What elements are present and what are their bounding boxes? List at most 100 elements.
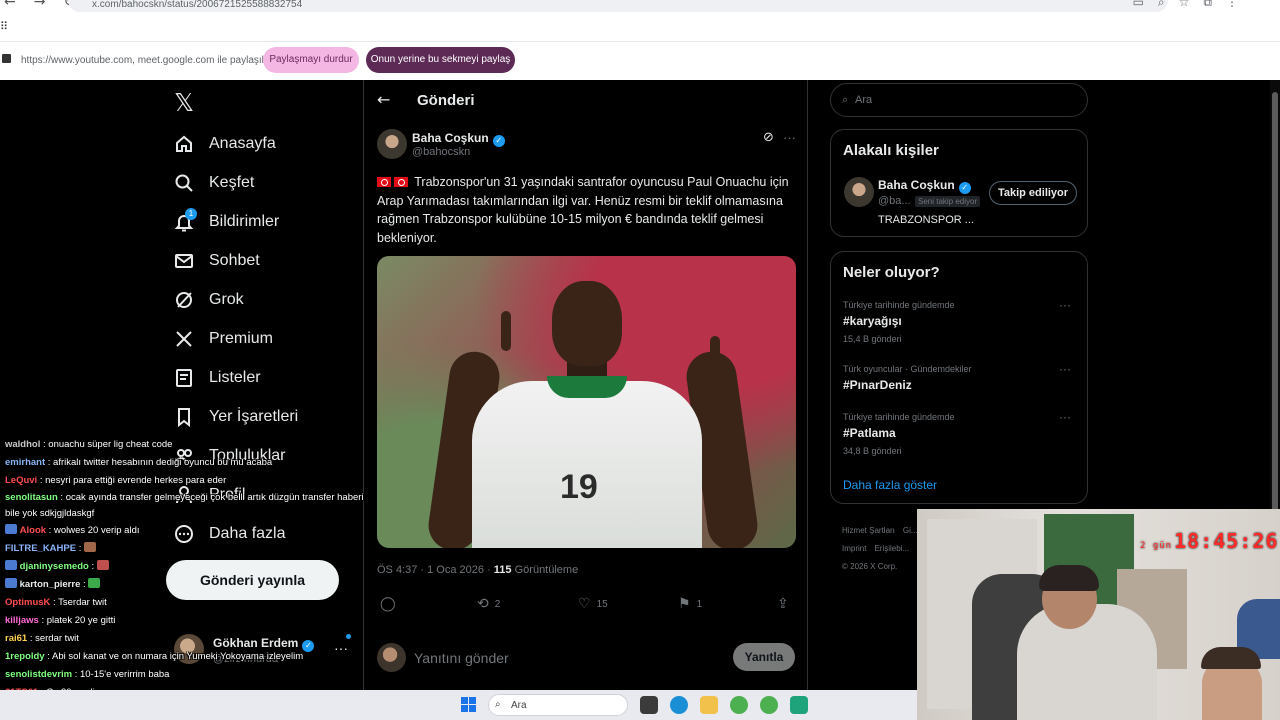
player-head xyxy=(552,281,622,366)
search-input[interactable]: ⌕ Ara xyxy=(830,83,1088,117)
list-icon xyxy=(174,368,194,388)
player-finger xyxy=(710,336,720,376)
more-icon[interactable]: ··· xyxy=(1059,298,1071,312)
sidebar-item-home[interactable]: Anasayfa xyxy=(174,129,276,159)
share-this-tab-button[interactable]: Onun yerine bu sekmeyi paylaş xyxy=(366,47,515,73)
sidebar-item-label: Anasayfa xyxy=(209,135,276,152)
chat-user: killjaws xyxy=(5,615,39,626)
chat-text: 10-15'e verirrim baba xyxy=(79,669,170,680)
windows-start-icon[interactable] xyxy=(461,697,477,713)
zoom-icon[interactable]: ⌕ xyxy=(1158,0,1179,9)
grok-explain-icon[interactable]: ⊘ xyxy=(763,130,774,145)
bookmark-action[interactable]: ⚑ 1 xyxy=(678,596,702,612)
streamer-hair xyxy=(1039,565,1099,591)
sidebar-item-chat[interactable]: Sohbet xyxy=(174,246,260,276)
back-arrow-icon[interactable]: ← xyxy=(377,90,390,109)
chat-user: Alook xyxy=(19,525,47,536)
sidebar-item-label: Premium xyxy=(209,330,274,347)
chat-text: nesyri para ettiği evrende herkes para e… xyxy=(45,475,227,486)
x-logo-icon[interactable]: 𝕏 xyxy=(174,88,194,117)
jersey-number: 19 xyxy=(560,468,598,506)
bookmark-icon: ⚑ xyxy=(678,596,691,612)
chat-message: FILTRE_KAHPE : xyxy=(0,540,364,558)
trend-context: Türkiye tarihinde gündemde xyxy=(843,300,955,310)
chat-user: OptimusK xyxy=(5,597,51,608)
view-count: 115 xyxy=(493,564,512,576)
footer-link[interactable]: Imprint xyxy=(842,544,866,553)
trend-item[interactable]: Türk oyuncular · Gündemdekiler #PınarDen… xyxy=(843,362,1077,416)
reply-button[interactable]: Yanıtla xyxy=(733,643,795,671)
reply-input[interactable]: Yanıtını gönder xyxy=(414,650,509,666)
stop-sharing-button[interactable]: Paylaşmayı durdur xyxy=(263,47,359,73)
chat-message: senolitasun : ocak ayında transfer gelme… xyxy=(5,492,364,519)
taskbar-search[interactable]: ⌕ Ara xyxy=(488,694,628,716)
author-name[interactable]: Baha Coşkun ✓ xyxy=(412,131,505,147)
show-more-link[interactable]: Daha fazla göster xyxy=(843,478,937,492)
stream-timer: 2 gün 18:45:26 xyxy=(1140,529,1278,553)
sidebar-item-lists[interactable]: Listeler xyxy=(174,363,261,393)
more-icon[interactable]: ··· xyxy=(1059,410,1071,424)
chat-text: platek 20 ye gitti xyxy=(46,615,116,626)
post-more-icon[interactable]: ··· xyxy=(783,130,796,145)
share-action[interactable]: ⇪ xyxy=(777,596,795,612)
chat-text: Tserdar twit xyxy=(58,597,107,608)
file-explorer-icon[interactable] xyxy=(640,696,658,714)
view-label: Görüntüleme xyxy=(514,564,579,576)
bell-icon: 1 xyxy=(174,208,197,232)
address-bar[interactable]: x.com/bahocskn/status/200672152558883275… xyxy=(68,0,1168,12)
footer-link[interactable]: Hizmet Şartları xyxy=(842,526,895,535)
sidebar-item-bookmarks[interactable]: Yer İşaretleri xyxy=(174,402,298,432)
following-button[interactable]: Takip ediliyor xyxy=(989,181,1077,205)
sidebar-item-grok[interactable]: Grok xyxy=(174,285,244,315)
app-icon[interactable] xyxy=(790,696,808,714)
trend-context: Türk oyuncular · Gündemdekiler xyxy=(843,364,972,374)
footer-link[interactable]: Erişilebi... xyxy=(874,544,909,553)
related-person-name-text: Baha Coşkun xyxy=(878,178,955,192)
chrome-profile-icon[interactable] xyxy=(760,696,778,714)
author-name-text: Baha Coşkun xyxy=(412,131,489,145)
chrome-icon[interactable] xyxy=(730,696,748,714)
trend-item[interactable]: Türkiye tarihinde gündemde #Patlama 34,8… xyxy=(843,410,1077,464)
forward-icon[interactable]: → xyxy=(34,0,46,10)
trend-count: 34,8 B gönderi xyxy=(843,446,902,456)
like-action[interactable]: ♡ 15 xyxy=(578,596,608,612)
author-avatar[interactable] xyxy=(377,129,407,159)
chat-message: LeQuvi : nesyri para ettiği evrende herk… xyxy=(5,475,227,486)
chat-user: senolistdevrim xyxy=(5,669,73,680)
chat-user: djaninysemedo xyxy=(19,561,89,572)
sidebar-item-explore[interactable]: Keşfet xyxy=(174,168,254,198)
emote-icon xyxy=(88,578,101,588)
avatar[interactable] xyxy=(844,177,874,207)
reply-action[interactable]: ◯ xyxy=(380,596,402,612)
menu-icon[interactable]: ⋮ xyxy=(1226,0,1252,9)
chat-message: djaninysemedo : xyxy=(0,558,364,576)
more-icon[interactable]: ··· xyxy=(1059,362,1071,376)
back-icon[interactable]: ← xyxy=(4,0,16,10)
folder-icon[interactable] xyxy=(700,696,718,714)
footer-link[interactable]: Gi... xyxy=(903,526,918,535)
post-image[interactable]: 19 xyxy=(377,256,796,548)
author-handle[interactable]: @bahocskn xyxy=(412,146,470,158)
sidebar-item-premium[interactable]: Premium xyxy=(174,324,273,354)
sidebar-item-label: Keşfet xyxy=(209,174,255,191)
footer-links: Hizmet Şartları Gi... Imprint Erişilebi...… xyxy=(842,522,926,576)
sidebar-item-label: Sohbet xyxy=(209,252,260,269)
related-person-name[interactable]: Baha Coşkun ✓ xyxy=(878,178,971,194)
repost-action[interactable]: ⟲ 2 xyxy=(477,596,500,612)
extensions-icon[interactable]: ⧉ xyxy=(1203,0,1226,9)
mail-icon xyxy=(174,251,194,271)
apps-grid-icon[interactable]: ⠿ xyxy=(0,20,8,33)
timer-clock: 18:45:26 xyxy=(1174,529,1279,553)
home-icon xyxy=(174,134,194,154)
verified-icon: ✓ xyxy=(958,182,971,194)
scrollbar-thumb[interactable] xyxy=(1272,92,1278,512)
emote-icon xyxy=(96,560,109,570)
cast-icon[interactable]: ▭ xyxy=(1133,0,1158,9)
edge-icon[interactable] xyxy=(670,696,688,714)
star-icon[interactable]: ☆ xyxy=(1179,0,1204,9)
chat-message: killjaws : platek 20 ye gitti xyxy=(5,615,116,626)
post-time: ÖS 4:37 · 1 Oca 2026 · xyxy=(377,564,491,576)
trend-item[interactable]: Türkiye tarihinde gündemde #karyağışı 15… xyxy=(843,298,1077,352)
chat-text: onuachu süper lig cheat code xyxy=(48,439,173,450)
sidebar-item-notifications[interactable]: 1 Bildirimler xyxy=(174,207,279,237)
